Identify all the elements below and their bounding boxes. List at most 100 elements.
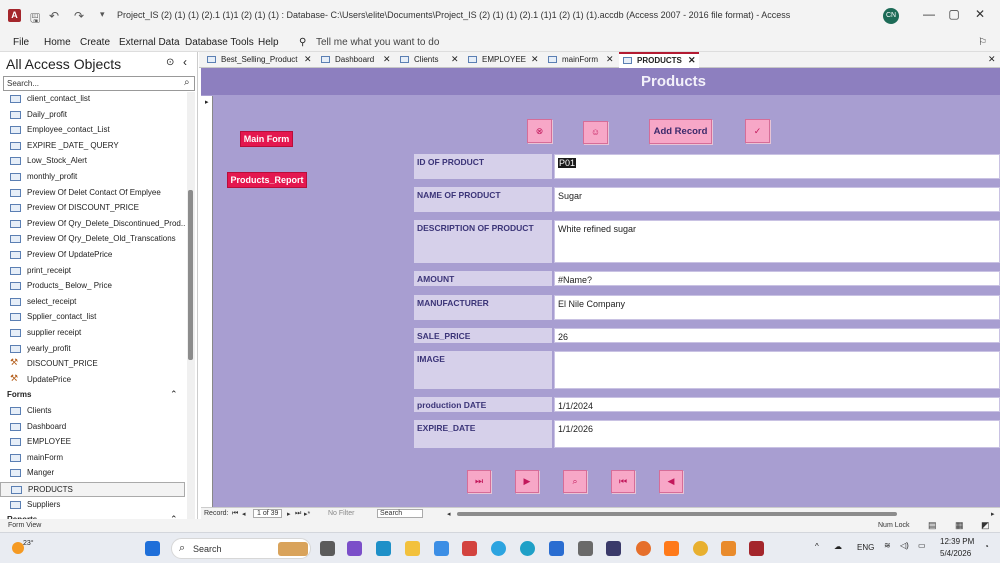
filter-indicator[interactable]: No Filter [328, 510, 354, 517]
tab-best-selling-product[interactable]: Best_Selling_Product ✕ [203, 53, 315, 68]
nav-item[interactable]: Preview Of DISCOUNT_PRICE [0, 201, 185, 216]
new-record-nav-icon[interactable]: ▸* [304, 510, 310, 518]
next-record-nav-icon[interactable]: ▸ [287, 510, 291, 518]
nav-item[interactable]: EXPIRE _DATE_ QUERY [0, 139, 185, 154]
delete-record-button[interactable]: ⊗ [527, 119, 552, 143]
field-input[interactable]: White refined sugar [554, 220, 1000, 263]
scroll-right-icon[interactable]: ▸ [991, 510, 995, 518]
clock-time[interactable]: 12:39 PM [940, 537, 974, 546]
close-tab-icon[interactable]: ✕ [688, 55, 696, 66]
horizontal-scrollbar[interactable] [457, 512, 897, 516]
battery-icon[interactable]: ▭ [918, 541, 926, 550]
close-tab-icon[interactable]: ✕ [451, 54, 459, 65]
tab-products[interactable]: PRODUCTS ✕ [619, 52, 699, 68]
tab-clients[interactable]: Clients ✕ [396, 53, 462, 68]
nav-item[interactable]: Low_Stock_Alert [0, 154, 185, 169]
nav-item[interactable]: Products_ Below_ Price [0, 279, 185, 294]
avatar[interactable]: CN [883, 8, 899, 24]
nav-item[interactable]: print_receipt [0, 264, 185, 279]
redo-icon[interactable]: ↷ [74, 9, 84, 23]
office-icon[interactable] [462, 541, 477, 556]
customize-toolbar-icon[interactable]: ▾ [100, 9, 105, 20]
close-tab-icon[interactable]: ✕ [383, 54, 391, 65]
nav-item[interactable]: client_contact_list [0, 92, 185, 107]
nav-item[interactable]: supplier receipt [0, 326, 185, 341]
ribbon-display-icon[interactable]: ⚐ [978, 37, 987, 48]
outlook-icon[interactable] [549, 541, 564, 556]
field-input[interactable]: #Name? [554, 271, 1000, 286]
save-icon[interactable]: 🖫 [30, 9, 40, 30]
volume-icon[interactable]: ◁) [900, 541, 909, 550]
close-tab-icon[interactable]: ✕ [304, 54, 312, 65]
first-record-nav-icon[interactable]: ⏮ [232, 510, 238, 518]
nav-item[interactable]: Preview Of UpdatePrice [0, 248, 185, 263]
nav-item[interactable]: Preview Of Delet Contact Of Emplyee [0, 186, 185, 201]
clock-date[interactable]: 5/4/2026 [940, 549, 971, 558]
nav-item[interactable]: mainForm [0, 451, 185, 466]
nav-item[interactable]: PRODUCTS [0, 482, 185, 497]
field-input[interactable]: P01 [554, 154, 1000, 179]
chrome-icon[interactable] [693, 541, 708, 556]
tab-file[interactable]: File [13, 37, 29, 48]
current-record-field[interactable]: 1 of 39 [253, 509, 283, 518]
record-search-input[interactable]: Search [377, 509, 424, 518]
notification-icon[interactable]: ◔ [984, 542, 989, 551]
tab-mainform[interactable]: mainForm ✕ [544, 53, 617, 68]
design-view-icon[interactable]: ◩ [981, 520, 990, 531]
notes-icon[interactable] [721, 541, 736, 556]
nav-scrollbar-thumb[interactable] [188, 190, 193, 360]
nav-item[interactable]: EMPLOYEE [0, 435, 185, 450]
last-record-nav-icon[interactable]: ⏭ [295, 510, 301, 518]
nav-menu-icon[interactable]: ⊙ [166, 57, 174, 68]
tab-create[interactable]: Create [80, 37, 110, 48]
previous-record-button[interactable]: ◀ [659, 470, 683, 493]
nav-item[interactable]: select_receipt [0, 295, 185, 310]
access-taskbar-icon[interactable] [749, 541, 764, 556]
next-record-button[interactable]: ▶ [515, 470, 539, 493]
start-icon[interactable] [145, 541, 160, 556]
tab-external-data[interactable]: External Data [119, 37, 180, 48]
show-hidden-icons-icon[interactable]: ^ [815, 542, 819, 551]
nav-item[interactable]: yearly_profit [0, 342, 185, 357]
remote-desktop-icon[interactable] [376, 541, 391, 556]
cloud-icon[interactable]: ☁ [834, 542, 842, 551]
settings-app-icon[interactable] [664, 541, 679, 556]
app-icon[interactable] [578, 541, 593, 556]
tab-help[interactable]: Help [258, 37, 279, 48]
nav-item[interactable]: ⚒ UpdatePrice [0, 373, 185, 388]
nav-item[interactable]: monthly_profit [0, 170, 185, 185]
record-selector[interactable]: ▸ [201, 96, 213, 507]
tab-home[interactable]: Home [44, 37, 71, 48]
visual-studio-icon[interactable] [347, 541, 362, 556]
field-input[interactable]: Sugar [554, 187, 1000, 212]
nav-item[interactable]: Spplier_contact_list [0, 310, 185, 325]
close-tab-icon[interactable]: ✕ [606, 54, 614, 65]
minimize-button[interactable]: — [919, 7, 939, 25]
field-input[interactable]: 26 [554, 328, 1000, 343]
main-form-button[interactable]: Main Form [240, 131, 293, 147]
undo-icon[interactable]: ↶ [49, 9, 59, 23]
close-tab-icon[interactable]: ✕ [531, 54, 539, 65]
media-icon[interactable] [606, 541, 621, 556]
close-button[interactable]: ✕ [970, 7, 990, 25]
nav-item[interactable]: Suppliers [0, 498, 185, 513]
search-record-button[interactable]: ⌕ [563, 470, 587, 493]
tab-employee[interactable]: EMPLOYEE ✕ [464, 53, 542, 68]
save-record-button[interactable]: ✓ [745, 119, 770, 143]
prev-record-nav-icon[interactable]: ◂ [242, 510, 246, 518]
restore-button[interactable]: ▢ [944, 7, 964, 25]
chevron-up-icon[interactable]: ⌃ [170, 389, 178, 400]
nav-item[interactable]: Preview Of Qry_Delete_Old_Transcations [0, 232, 185, 247]
field-input[interactable] [554, 351, 1000, 389]
nav-item[interactable]: Dashboard [0, 420, 185, 435]
nav-item[interactable]: Manger [0, 466, 185, 481]
undo-record-button[interactable]: ☺ [583, 121, 608, 144]
taskbar-search-input[interactable]: ⌕ Search [171, 538, 311, 559]
weather-widget[interactable]: 23° [12, 540, 34, 558]
field-input[interactable]: El Nile Company [554, 295, 1000, 320]
tab-dashboard[interactable]: Dashboard ✕ [317, 53, 394, 68]
nav-item[interactable]: Daily_profit [0, 108, 185, 123]
firefox-icon[interactable] [636, 541, 651, 556]
close-document-icon[interactable]: ✕ [988, 54, 996, 65]
nav-item[interactable]: ⚒ DISCOUNT_PRICE [0, 357, 185, 372]
